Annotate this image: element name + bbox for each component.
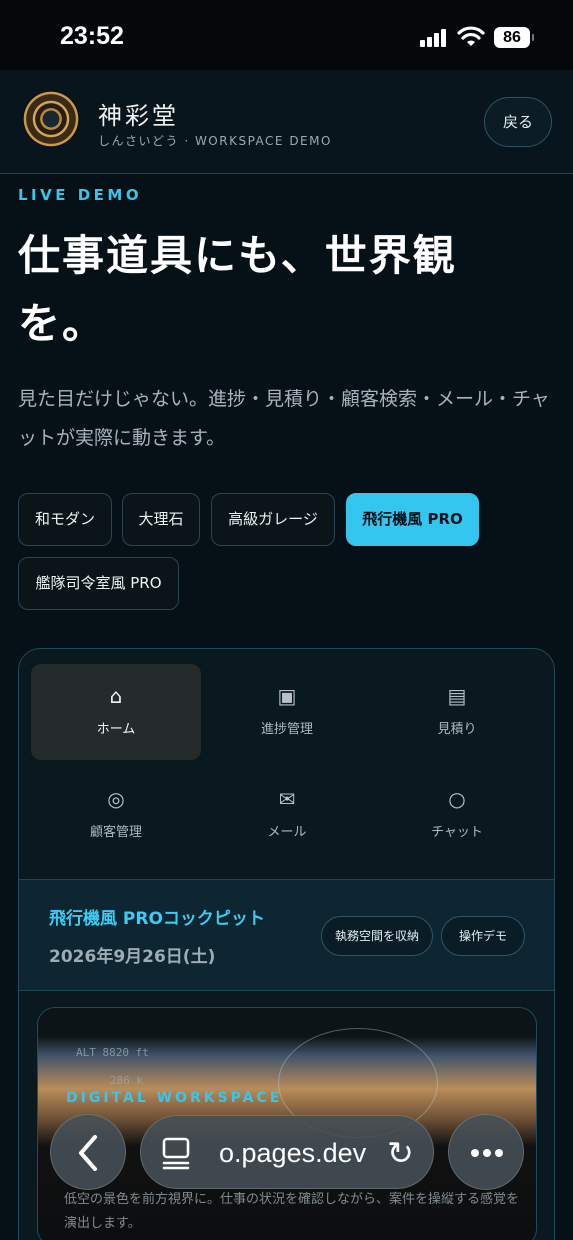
nav-progress-label: 進捗管理 bbox=[260, 722, 313, 737]
nav-customers-label: 顧客管理 bbox=[89, 825, 142, 840]
theme-chip-marble[interactable]: 大理石 bbox=[122, 493, 200, 546]
nav-mail[interactable]: ✉ メール bbox=[202, 767, 372, 863]
progress-icon: ▣ bbox=[277, 684, 297, 708]
workspace-title: 飛行機風 PROコックピット bbox=[49, 909, 265, 929]
status-bar: 23:52 86 bbox=[0, 0, 573, 70]
nav-progress[interactable]: ▣ 進捗管理 bbox=[202, 664, 372, 760]
nav-home-label: ホーム bbox=[96, 722, 136, 737]
browser-back-button[interactable] bbox=[50, 1114, 126, 1190]
battery-icon: 86 bbox=[494, 27, 534, 48]
preview-eyebrow: DIGITAL WORKSPACE bbox=[66, 1090, 283, 1106]
mail-icon: ✉ bbox=[278, 787, 296, 811]
nav-estimate[interactable]: ▤ 見積り bbox=[372, 664, 542, 760]
preview-description: 低空の景色を前方視界に。仕事の状況を確認しながら、案件を操縦する感覚を演出します… bbox=[64, 1192, 520, 1231]
workspace-header: 飛行機風 PROコックピット 2026年9月26日(土) 執務空間を収納 操作デ… bbox=[19, 879, 554, 991]
wifi-icon bbox=[457, 26, 485, 46]
more-icon bbox=[471, 1149, 503, 1157]
nav-chat-label: チャット bbox=[431, 825, 483, 840]
theme-chip-fleet-command-pro[interactable]: 艦隊司令室風 PRO bbox=[18, 557, 179, 610]
status-time: 23:52 bbox=[60, 22, 124, 50]
nav-mail-label: メール bbox=[267, 825, 307, 840]
nav-customers[interactable]: ◎ 顧客管理 bbox=[31, 767, 201, 863]
chevron-left-icon bbox=[79, 1135, 97, 1171]
brand-name: 神彩堂 bbox=[98, 102, 179, 130]
chat-icon: ○ bbox=[448, 787, 466, 811]
nav-chat[interactable]: ○ チャット bbox=[372, 767, 542, 863]
estimate-icon: ▤ bbox=[447, 684, 467, 708]
hero-eyebrow: LIVE DEMO bbox=[18, 186, 143, 204]
collapse-workspace-button[interactable]: 執務空間を収納 bbox=[321, 916, 433, 956]
nav-home[interactable]: ⌂ ホーム bbox=[31, 664, 201, 760]
nav-estimate-label: 見積り bbox=[437, 722, 477, 737]
tabs-icon bbox=[162, 1137, 190, 1170]
hero-title: 仕事道具にも、世界観を。 bbox=[18, 231, 457, 348]
brand-subtitle: しんさいどう · WORKSPACE DEMO bbox=[98, 134, 332, 148]
theme-chip-garage[interactable]: 高級ガレージ bbox=[211, 493, 335, 546]
back-button[interactable]: 戻る bbox=[484, 97, 552, 147]
workspace-date: 2026年9月26日(土) bbox=[49, 947, 216, 967]
customer-icon: ◎ bbox=[107, 787, 125, 811]
site-header: 神彩堂 しんさいどう · WORKSPACE DEMO 戻る bbox=[0, 70, 573, 174]
reload-icon[interactable]: ↻ bbox=[387, 1134, 414, 1172]
hero-description: 見た目だけじゃない。進捗・見積り・顧客検索・メール・チャットが実際に動きます。 bbox=[18, 388, 550, 449]
browser-more-button[interactable] bbox=[448, 1114, 524, 1190]
hud-altitude: ALT 8820 ft bbox=[76, 1046, 149, 1059]
theme-chip-wa-modern[interactable]: 和モダン bbox=[18, 493, 112, 546]
brand-logo[interactable] bbox=[22, 90, 80, 148]
home-icon: ⌂ bbox=[109, 684, 123, 708]
hud-speed: 286 k bbox=[110, 1074, 144, 1087]
address-bar[interactable]: o.pages.dev ↻ bbox=[140, 1115, 434, 1189]
theme-chip-airplane-pro[interactable]: 飛行機風 PRO bbox=[346, 493, 479, 546]
address-url: o.pages.dev bbox=[219, 1138, 367, 1168]
cellular-signal-icon bbox=[420, 29, 450, 47]
operation-demo-button[interactable]: 操作デモ bbox=[441, 916, 525, 956]
